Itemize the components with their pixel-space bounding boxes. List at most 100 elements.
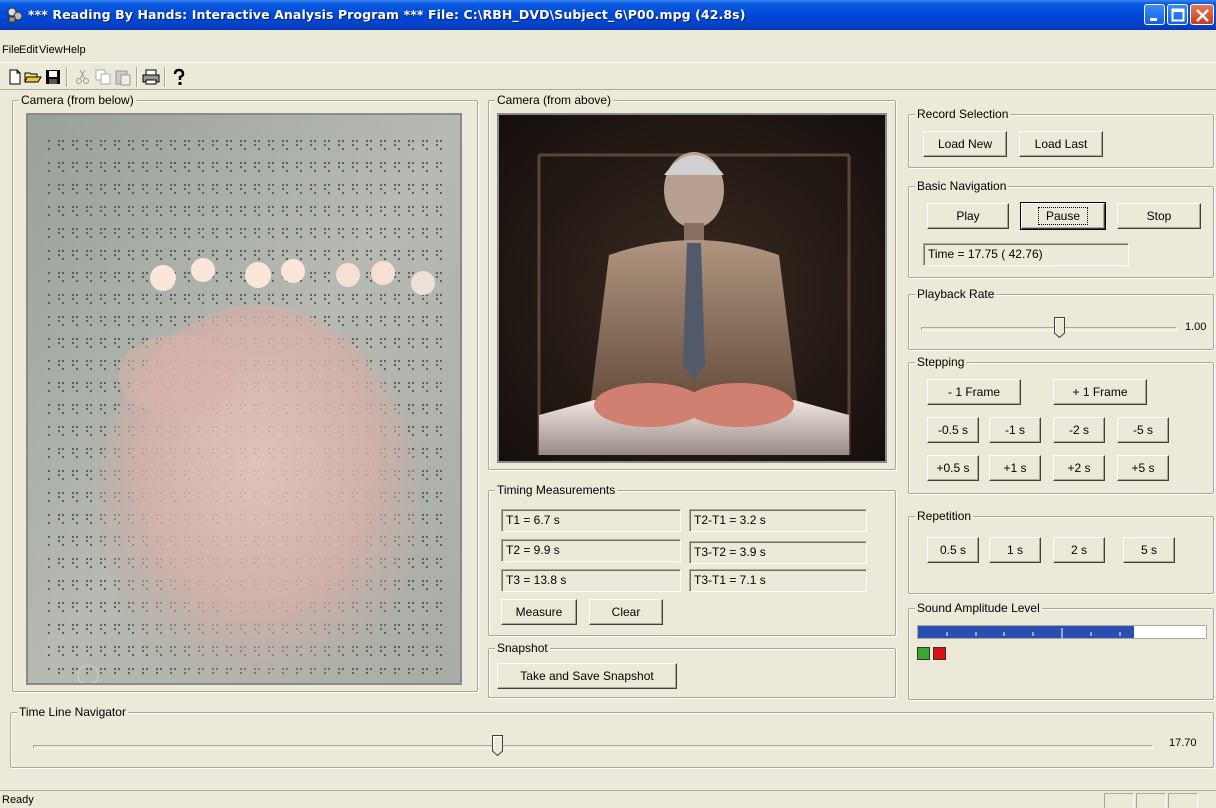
play-button[interactable]: Play [927, 203, 1009, 229]
step-label: +0.5 s [936, 461, 970, 475]
repeat-label: 5 s [1140, 543, 1157, 557]
save-icon[interactable] [44, 68, 62, 86]
measure-label: Measure [515, 605, 563, 619]
playback-rate-value: 1.00 [1185, 321, 1207, 333]
t3-t1-field: T3-T1 = 7.1 s [689, 569, 867, 592]
repeat-label: 0.5 s [939, 543, 966, 557]
camera-below-video[interactable] [26, 113, 462, 685]
camera-above-group: Camera (from above) [488, 93, 896, 470]
step-label: +1 s [1003, 461, 1027, 475]
repeat-5-button[interactable]: 5 s [1123, 537, 1175, 563]
timing-group: Timing Measurements T1 = 6.7 s T2-T1 = 3… [488, 483, 896, 636]
maximize-button[interactable] [1167, 4, 1188, 25]
minus-frame-button[interactable]: - 1 Frame [927, 379, 1021, 405]
close-icon [1196, 9, 1209, 22]
camera-above-video[interactable] [497, 113, 887, 463]
paste-icon[interactable] [114, 68, 132, 86]
step-minus-1-button[interactable]: -1 s [989, 417, 1041, 443]
pause-label: Pause [1037, 207, 1089, 225]
playback-rate-thumb[interactable] [1054, 317, 1066, 338]
snapshot-group: Snapshot Take and Save Snapshot [488, 641, 896, 698]
toolbar-separator [164, 67, 166, 87]
timeline-thumb[interactable] [491, 735, 503, 756]
minimize-button[interactable] [1144, 4, 1165, 25]
menu-bar: File Edit View Help [0, 42, 1216, 60]
playback-rate-track[interactable] [921, 327, 1177, 331]
minimize-icon [1150, 18, 1157, 21]
repeat-0.5-button[interactable]: 0.5 s [927, 537, 979, 563]
load-last-button[interactable]: Load Last [1019, 131, 1103, 157]
t3-t2-field: T3-T2 = 3.9 s [689, 541, 867, 564]
repeat-label: 1 s [1006, 543, 1023, 557]
copy-icon[interactable] [94, 68, 112, 86]
indicator-green [917, 647, 930, 660]
t2-t1-field: T2-T1 = 3.2 s [689, 509, 867, 532]
plus-frame-label: + 1 Frame [1072, 385, 1128, 399]
indicator-red [933, 647, 946, 660]
timeline-value: 17.70 [1169, 737, 1197, 749]
t1-field: T1 = 6.7 s [501, 509, 681, 532]
clear-button[interactable]: Clear [589, 599, 663, 625]
step-plus-2-button[interactable]: +2 s [1053, 455, 1105, 481]
clear-label: Clear [611, 605, 641, 619]
load-new-button[interactable]: Load New [923, 131, 1007, 157]
minus-frame-label: - 1 Frame [947, 385, 1000, 399]
toolbar-separator [66, 67, 68, 87]
step-plus-0.5-button[interactable]: +0.5 s [927, 455, 979, 481]
playback-rate-group: Playback Rate 1.00 [908, 287, 1214, 350]
camera-below-label: Camera (from below) [19, 93, 136, 107]
playback-rate-label: Playback Rate [915, 287, 997, 301]
menu-file[interactable]: File [2, 44, 20, 56]
repeat-1-button[interactable]: 1 s [989, 537, 1041, 563]
help-icon[interactable] [170, 68, 188, 86]
menu-edit[interactable]: Edit [19, 44, 38, 56]
step-label: +5 s [1131, 461, 1155, 475]
status-text: Ready [2, 794, 34, 806]
pause-button[interactable]: Pause [1020, 202, 1106, 230]
repeat-2-button[interactable]: 2 s [1053, 537, 1105, 563]
menu-view[interactable]: View [39, 44, 63, 56]
repetition-group: Repetition 0.5 s 1 s 2 s 5 s [908, 509, 1214, 594]
snapshot-label: Snapshot [495, 641, 550, 655]
take-snapshot-label: Take and Save Snapshot [520, 669, 654, 683]
stop-label: Stop [1146, 209, 1172, 223]
title-bar[interactable]: *** Reading By Hands: Interactive Analys… [0, 0, 1216, 30]
step-minus-5-button[interactable]: -5 s [1117, 417, 1169, 443]
step-minus-2-button[interactable]: -2 s [1053, 417, 1105, 443]
stop-button[interactable]: Stop [1117, 203, 1201, 229]
timeline-track[interactable] [33, 745, 1153, 749]
time-readout: Time = 17.75 ( 42.76) [923, 243, 1129, 266]
sound-level-group: Sound Amplitude Level [908, 601, 1214, 700]
step-label: -1 s [1004, 423, 1025, 437]
take-snapshot-button[interactable]: Take and Save Snapshot [497, 663, 677, 689]
stepping-group: Stepping - 1 Frame + 1 Frame -0.5 s -1 s… [908, 355, 1214, 494]
cut-icon[interactable] [74, 68, 92, 86]
step-plus-1-button[interactable]: +1 s [989, 455, 1041, 481]
timeline-label: Time Line Navigator [17, 705, 128, 719]
basic-navigation-group: Basic Navigation Play Pause Stop Time = … [908, 179, 1214, 278]
open-folder-icon[interactable] [24, 68, 42, 86]
step-label: -2 s [1068, 423, 1089, 437]
record-selection-group: Record Selection Load New Load Last [908, 107, 1214, 168]
timeline-group: Time Line Navigator 17.70 [10, 705, 1214, 768]
t2-field: T2 = 9.9 s [501, 539, 681, 562]
step-plus-5-button[interactable]: +5 s [1117, 455, 1169, 481]
menu-help[interactable]: Help [63, 44, 86, 56]
status-pane [1168, 793, 1198, 808]
close-button[interactable] [1190, 4, 1214, 25]
maximize-icon [1171, 8, 1185, 22]
step-minus-0.5-button[interactable]: -0.5 s [927, 417, 979, 443]
load-new-label: Load New [937, 137, 993, 151]
print-icon[interactable] [142, 68, 160, 86]
repeat-label: 2 s [1070, 543, 1087, 557]
camera-below-group: Camera (from below) [12, 93, 478, 692]
status-bar: Ready [0, 790, 1216, 808]
status-pane [1104, 793, 1134, 808]
sound-level-ticks [946, 628, 1178, 638]
window-title: *** Reading By Hands: Interactive Analys… [28, 7, 746, 22]
step-label: -0.5 s [937, 423, 968, 437]
basic-navigation-label: Basic Navigation [915, 179, 1009, 193]
new-file-icon[interactable] [6, 68, 24, 86]
measure-button[interactable]: Measure [501, 599, 577, 625]
plus-frame-button[interactable]: + 1 Frame [1053, 379, 1147, 405]
